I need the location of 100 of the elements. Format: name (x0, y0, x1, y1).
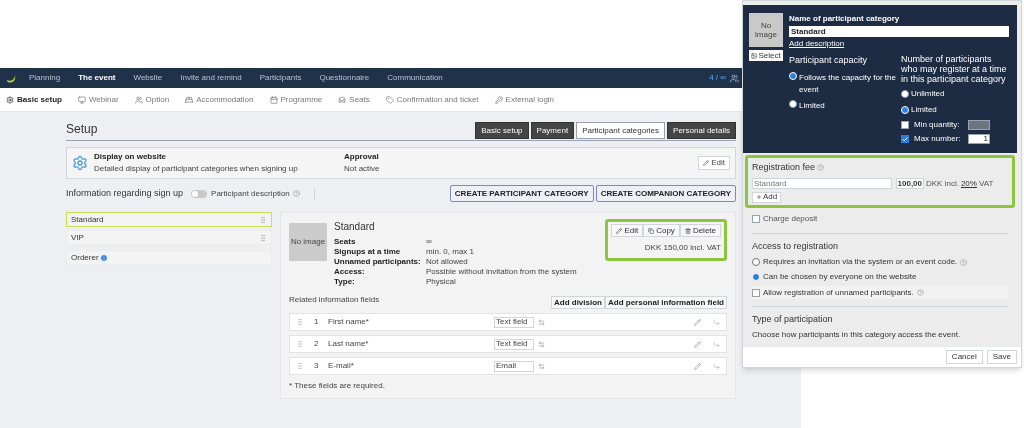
edit-button[interactable]: Edit (698, 156, 730, 170)
dialog-button[interactable]: Cancel (945, 349, 983, 364)
category-name: VIP (71, 231, 84, 244)
approval-label: Approval (344, 151, 380, 163)
category-item[interactable]: VIP (66, 230, 272, 245)
gear-icon (6, 95, 14, 104)
subnav-item[interactable]: Webinar (77, 93, 119, 106)
min-quantity-input[interactable] (968, 120, 990, 130)
radio-label: Limited (911, 104, 937, 116)
drag-handle-icon[interactable] (296, 362, 304, 370)
subnav-item[interactable]: Confirmation and ticket (385, 93, 479, 106)
checkbox-label: Charge deposit (763, 212, 818, 225)
checkbox[interactable] (901, 121, 909, 129)
help-icon[interactable] (960, 258, 968, 266)
fee-amount-input[interactable]: 100,00 (896, 178, 924, 189)
help-icon[interactable] (817, 164, 825, 172)
access-title: Access to registration (752, 239, 840, 253)
toggle-label: Participant description (211, 187, 290, 200)
vat-link[interactable]: 20% (960, 177, 977, 190)
drag-handle-icon[interactable] (296, 318, 304, 326)
checkbox[interactable] (752, 214, 760, 223)
property-label: Seats (334, 237, 357, 247)
help-icon[interactable] (292, 190, 300, 197)
category-price: DKK 150,00 incl. VAT (644, 242, 721, 254)
radio-button[interactable] (752, 258, 760, 266)
field-name: First name* (328, 316, 370, 328)
field-type: Email (494, 360, 534, 372)
tag-icon (385, 95, 394, 104)
tab[interactable]: Payment (530, 122, 575, 139)
property-label: Signups at a time (334, 247, 402, 257)
max-number-input[interactable]: 1 (968, 134, 990, 144)
create-category-button[interactable]: CREATE COMPANION CATEGORY (595, 185, 736, 202)
swap-icon[interactable] (538, 318, 545, 326)
property-value: min. 0, max 1 (426, 247, 474, 257)
subnav-item[interactable]: Basic setup (6, 93, 62, 106)
subnav-item[interactable]: Seats (338, 93, 370, 106)
copy-icon (648, 227, 655, 234)
people-icon (134, 95, 143, 104)
fee-name-input[interactable]: Standard (752, 178, 892, 189)
hierarchy-icon[interactable] (713, 340, 720, 348)
checkbox[interactable] (901, 135, 909, 143)
checkbox[interactable] (752, 288, 760, 297)
category-item[interactable]: Orderer (66, 250, 272, 265)
edit-icon[interactable] (694, 340, 701, 348)
name-input[interactable]: Standard (789, 26, 1009, 37)
pencil-icon (616, 227, 623, 234)
nav-item[interactable]: Questionnaire (319, 72, 370, 84)
tab[interactable]: Participant categories (576, 122, 666, 139)
action-button[interactable]: Edit (611, 224, 644, 237)
add-button[interactable]: Add personal information field (605, 296, 727, 309)
swap-icon[interactable] (538, 340, 545, 348)
participation-description: Choose how participants in this category access the event. (752, 328, 962, 341)
add-description-link[interactable]: Add description (789, 38, 845, 50)
subnav-item[interactable]: Accommodation (185, 93, 254, 106)
nav-item[interactable]: Participants (259, 72, 302, 84)
action-button[interactable]: Copy (643, 224, 680, 237)
edit-icon[interactable] (694, 362, 701, 370)
radio-button[interactable] (901, 90, 909, 98)
info-icon[interactable] (99, 253, 108, 262)
select-button[interactable]: Select (749, 50, 783, 61)
nav-item[interactable]: Communication (387, 72, 443, 84)
field-number: 1 (314, 316, 320, 328)
placeholder-text: No image (754, 21, 778, 39)
min-quantity-label: Min quantity: (914, 119, 961, 131)
per-registration-title: Number of participants who may register at a time in this participant category (901, 54, 1008, 84)
help-icon[interactable] (916, 289, 924, 296)
property-value: ∞ (426, 237, 432, 247)
drag-handle-icon[interactable] (259, 233, 267, 242)
drag-handle-icon[interactable] (259, 215, 267, 224)
nav-item[interactable]: Website (133, 72, 163, 84)
drag-handle-icon[interactable] (296, 340, 304, 348)
hierarchy-icon[interactable] (713, 318, 720, 326)
nav-item[interactable]: Planning (29, 72, 61, 84)
nav-item[interactable]: Invite and remind (180, 72, 242, 84)
tab[interactable]: Personal details (667, 122, 736, 139)
add-fee-button[interactable]: Add (752, 191, 782, 203)
toggle-switch[interactable] (191, 189, 208, 198)
field-label: Name of participant category (789, 13, 901, 25)
edit-icon[interactable] (694, 318, 701, 326)
hierarchy-icon[interactable] (713, 362, 720, 370)
section-title: Information regarding sign up (66, 186, 184, 200)
dialog-button[interactable]: Save (986, 349, 1017, 364)
nav-item[interactable]: The event (78, 72, 116, 84)
users-icon[interactable] (730, 73, 739, 83)
subnav-item[interactable]: Option (134, 93, 170, 106)
radio-label: Can be chosen by everyone on the website (763, 271, 917, 283)
subnav-item[interactable]: External login (494, 93, 555, 106)
swap-icon[interactable] (538, 362, 545, 370)
seat-icon (338, 95, 347, 104)
create-category-button[interactable]: CREATE PARTICIPANT CATEGORY (449, 185, 594, 202)
image-icon (751, 52, 758, 59)
add-button[interactable]: Add division (551, 296, 605, 309)
radio-button[interactable] (789, 99, 797, 108)
action-button[interactable]: Delete (679, 224, 721, 237)
placeholder-text: No image (290, 236, 326, 248)
subnav-item[interactable]: Programme (269, 93, 323, 106)
tab[interactable]: Basic setup (475, 122, 529, 139)
approval-value: Not active (344, 163, 381, 175)
category-item[interactable]: Standard (66, 212, 272, 227)
field-type: Text field (494, 338, 534, 350)
